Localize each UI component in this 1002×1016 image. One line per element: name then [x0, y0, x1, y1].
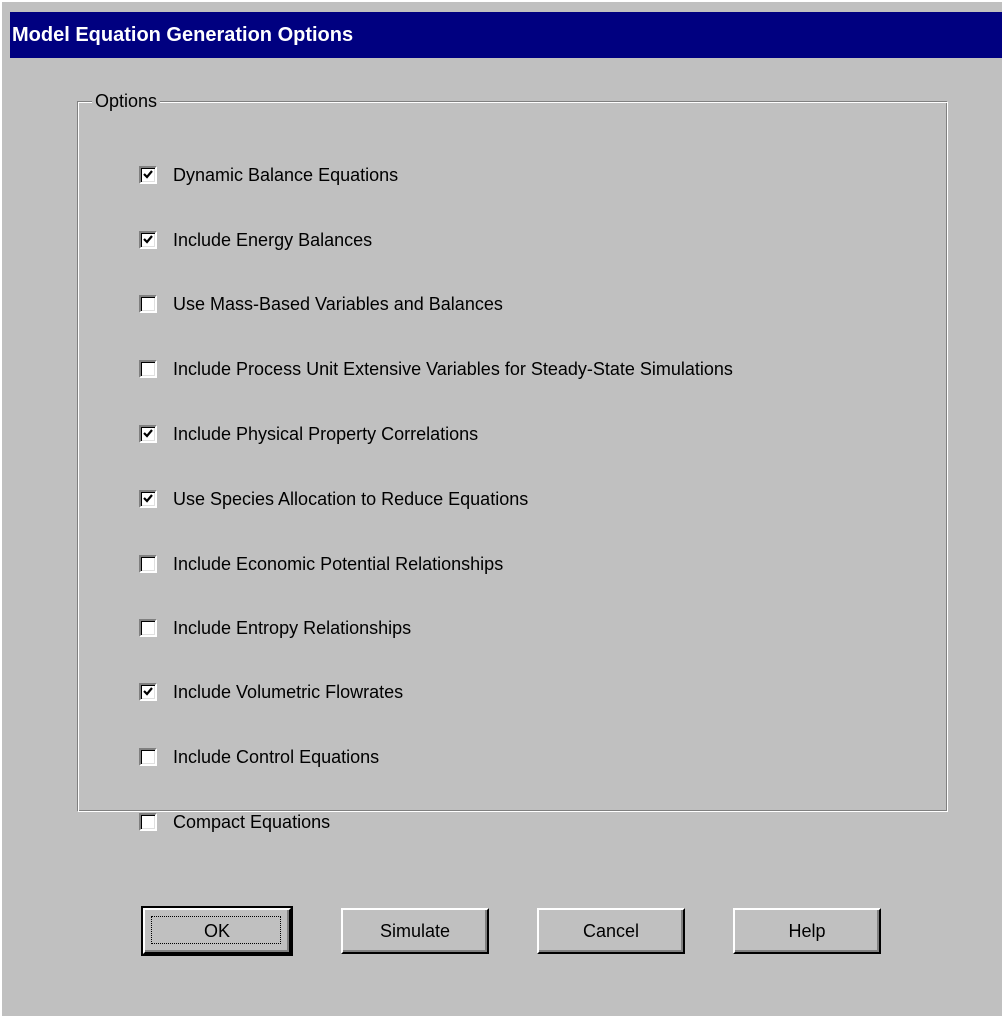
option-label: Include Control Equations — [173, 746, 380, 767]
window-title: Model Equation Generation Options — [12, 24, 354, 46]
checkbox[interactable] — [139, 166, 157, 184]
focus-rectangle — [151, 916, 281, 944]
ok-button[interactable]: OK — [141, 906, 293, 956]
title-bar[interactable]: Model Equation Generation Options — [10, 12, 1002, 58]
option-dynamic-balance[interactable]: Dynamic Balance Equations — [139, 163, 398, 187]
checkbox[interactable] — [139, 555, 157, 573]
checkbox[interactable] — [139, 295, 157, 313]
checkbox[interactable] — [139, 490, 157, 508]
option-mass-based[interactable]: Use Mass-Based Variables and Balances — [139, 292, 503, 316]
option-label: Include Volumetric Flowrates — [173, 681, 404, 702]
checkbox[interactable] — [139, 231, 157, 249]
options-group-label: Options — [92, 90, 161, 112]
options-groupbox — [77, 101, 948, 812]
cancel-button[interactable]: Cancel — [537, 908, 685, 954]
dialog-window: Model Equation Generation Options Option… — [0, 0, 1002, 1016]
option-physical-property[interactable]: Include Physical Property Correlations — [139, 422, 478, 446]
option-species-allocation[interactable]: Use Species Allocation to Reduce Equatio… — [139, 487, 528, 511]
option-label: Include Economic Potential Relationships — [173, 553, 504, 574]
checkmark-icon — [143, 235, 153, 244]
help-button-label: Help — [788, 920, 826, 941]
option-compact-equations[interactable]: Compact Equations — [139, 810, 330, 834]
checkbox[interactable] — [139, 619, 157, 637]
option-label: Include Entropy Relationships — [173, 617, 412, 638]
option-economic-potential[interactable]: Include Economic Potential Relationships — [139, 552, 503, 576]
checkbox[interactable] — [139, 360, 157, 378]
checkbox[interactable] — [139, 683, 157, 701]
checkmark-icon — [143, 494, 153, 503]
option-label: Use Mass-Based Variables and Balances — [173, 293, 503, 314]
option-extensive-variables[interactable]: Include Process Unit Extensive Variables… — [139, 357, 733, 381]
option-label: Include Physical Property Correlations — [173, 423, 479, 444]
checkbox[interactable] — [139, 425, 157, 443]
option-label: Dynamic Balance Equations — [173, 164, 399, 185]
option-label: Include Energy Balances — [173, 229, 373, 250]
option-energy-balances[interactable]: Include Energy Balances — [139, 228, 372, 252]
option-label: Include Process Unit Extensive Variables… — [173, 358, 733, 379]
checkmark-icon — [143, 429, 153, 438]
cancel-button-label: Cancel — [582, 920, 640, 941]
option-entropy[interactable]: Include Entropy Relationships — [139, 616, 411, 640]
checkmark-icon — [143, 170, 153, 179]
option-label: Use Species Allocation to Reduce Equatio… — [173, 488, 529, 509]
checkmark-icon — [143, 687, 153, 696]
checkbox[interactable] — [139, 813, 157, 831]
help-button[interactable]: Help — [733, 908, 881, 954]
option-volumetric-flowrates[interactable]: Include Volumetric Flowrates — [139, 680, 403, 704]
simulate-button-label: Simulate — [379, 920, 451, 941]
checkbox[interactable] — [139, 748, 157, 766]
simulate-button[interactable]: Simulate — [341, 908, 489, 954]
option-control-equations[interactable]: Include Control Equations — [139, 745, 379, 769]
option-label: Compact Equations — [173, 811, 331, 832]
